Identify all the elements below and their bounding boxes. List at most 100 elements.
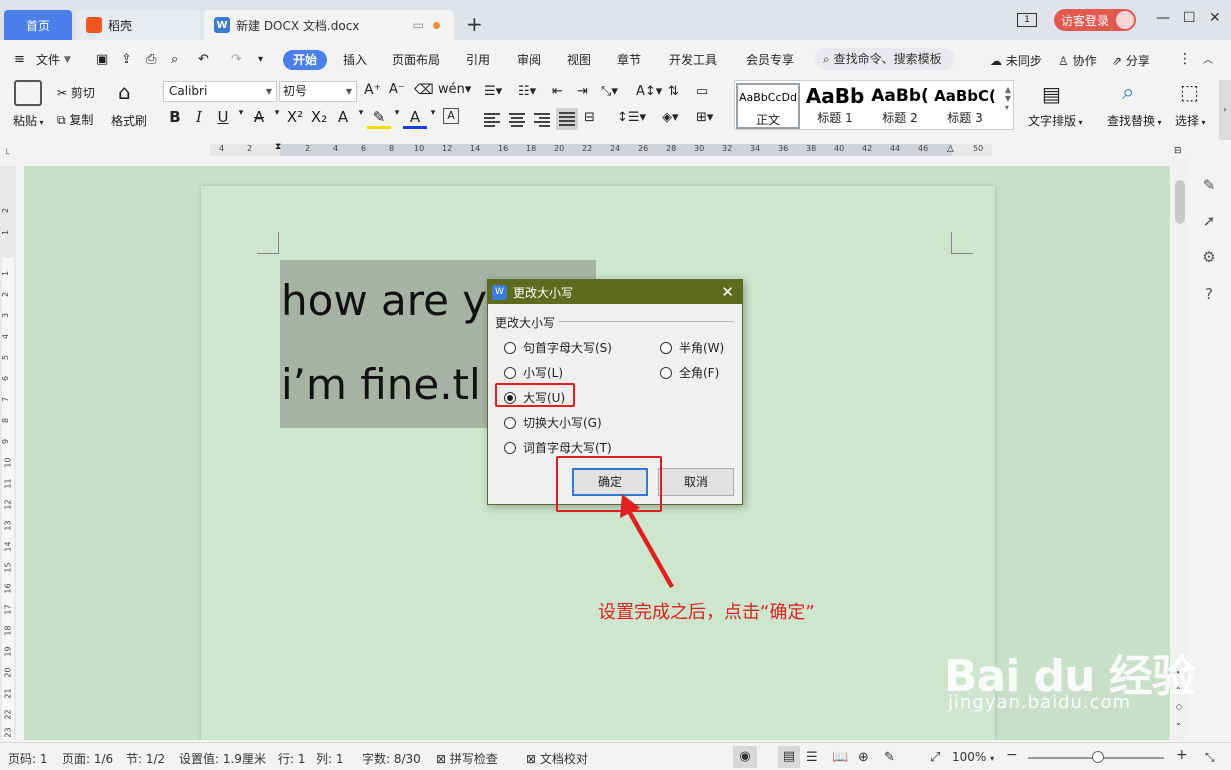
font-color-icon[interactable]: A: [403, 108, 427, 129]
chevron-down-icon[interactable]: ▾: [427, 108, 439, 129]
maximize-button[interactable]: ☐: [1183, 10, 1196, 26]
bold-icon[interactable]: B: [163, 108, 187, 129]
menu-developer[interactable]: 开发工具: [669, 50, 717, 70]
select-button[interactable]: 选择 ▾: [1175, 112, 1206, 129]
cursor-icon[interactable]: ➚: [1200, 212, 1218, 230]
superscript-icon[interactable]: X²: [283, 108, 307, 129]
tab-daoke[interactable]: 稻壳: [76, 10, 200, 40]
zoom-slider-handle[interactable]: [1092, 751, 1104, 763]
fit-page-icon[interactable]: ⤢: [930, 750, 940, 765]
new-tab-button[interactable]: +: [466, 12, 483, 36]
menu-references[interactable]: 引用: [466, 50, 490, 70]
subscript-icon[interactable]: X₂: [307, 108, 331, 129]
highlight-icon[interactable]: ✎: [367, 108, 391, 129]
clear-format-icon[interactable]: ⌫: [414, 82, 434, 98]
bullet-list-icon[interactable]: ☰▾: [484, 84, 502, 99]
pen-icon[interactable]: ✎: [1200, 176, 1218, 194]
style-heading-2[interactable]: AaBb( 标题 2: [868, 83, 932, 129]
right-indent-marker-icon[interactable]: △: [947, 144, 954, 154]
document-text-line-2[interactable]: i’m fine.tl: [281, 360, 481, 409]
fullscreen-icon[interactable]: ⤡: [1205, 750, 1215, 765]
tab-stop-icon[interactable]: └: [4, 150, 9, 160]
more-icon[interactable]: ⋮: [1178, 51, 1192, 67]
document-text-line-1[interactable]: how are y: [281, 276, 487, 325]
settings-sliders-icon[interactable]: ⚙: [1200, 248, 1218, 266]
zoom-select[interactable]: 100% ▾: [952, 750, 994, 764]
undo-icon[interactable]: ↶: [198, 50, 209, 70]
grow-font-icon[interactable]: A⁺: [364, 82, 381, 98]
command-search-input[interactable]: ⌕ 查找命令、搜索模板: [815, 48, 955, 70]
align-right-icon[interactable]: [534, 113, 550, 127]
copy-button[interactable]: ⧉ 复制: [57, 111, 93, 128]
minimize-button[interactable]: —: [1156, 10, 1170, 26]
shading-icon[interactable]: ◈▾: [662, 110, 679, 125]
chevron-down-icon[interactable]: ▼: [64, 50, 71, 70]
paste-icon[interactable]: [14, 80, 42, 106]
print-preview-icon[interactable]: ⌕: [171, 50, 178, 70]
monitor-icon[interactable]: ▭: [413, 18, 424, 32]
underline-icon[interactable]: U: [211, 108, 235, 129]
radio-title-case[interactable]: 词首字母大写(T): [504, 439, 612, 456]
menu-home[interactable]: 开始: [283, 50, 328, 70]
ribbon-scroll-right[interactable]: ›: [1219, 80, 1231, 140]
radio-full-width[interactable]: 全角(F): [660, 364, 719, 381]
chevron-down-icon[interactable]: ▾: [355, 108, 367, 129]
format-painter-icon[interactable]: ⌂: [118, 80, 140, 104]
close-window-button[interactable]: ✕: [1209, 10, 1221, 26]
share-button[interactable]: ⇗ 分享: [1112, 51, 1150, 71]
write-view-icon[interactable]: ✎: [884, 750, 895, 765]
zoom-out-icon[interactable]: −: [1006, 747, 1018, 763]
radio-lowercase[interactable]: 小写(L): [504, 364, 563, 381]
tab-document[interactable]: W 新建 DOCX 文档.docx ▭: [204, 10, 454, 40]
justify-icon[interactable]: [556, 108, 578, 130]
redo-icon[interactable]: ↷: [231, 50, 242, 70]
pinyin-guide-icon[interactable]: wén▾: [438, 82, 471, 97]
chevron-down-icon[interactable]: ▾: [271, 108, 283, 129]
show-marks-icon[interactable]: ▭: [696, 84, 708, 99]
menu-file[interactable]: 文件: [36, 50, 60, 70]
reading-view-icon[interactable]: 📖: [832, 750, 848, 765]
outline-view-icon[interactable]: ☰: [806, 750, 818, 765]
scrollbar-thumb[interactable]: [1175, 180, 1185, 224]
increase-indent-icon[interactable]: ⇥: [577, 84, 588, 99]
export-icon[interactable]: ⇪: [121, 50, 132, 70]
zoom-in-icon[interactable]: +: [1176, 747, 1188, 763]
status-page-count[interactable]: 页面: 1/6: [62, 750, 113, 767]
status-page-number[interactable]: 页码: 1: [8, 750, 48, 767]
status-section[interactable]: 节: 1/2: [126, 750, 165, 767]
guest-login-button[interactable]: 访客登录: [1054, 9, 1136, 31]
menu-review[interactable]: 审阅: [517, 50, 541, 70]
shrink-font-icon[interactable]: A⁻: [389, 82, 405, 97]
numbered-list-icon[interactable]: ☷▾: [518, 84, 536, 99]
dialog-close-icon[interactable]: ✕: [721, 283, 734, 301]
hamburger-icon[interactable]: ≡: [14, 50, 25, 70]
text-direction-icon[interactable]: A↕▾: [636, 84, 662, 99]
spellcheck-button[interactable]: ⊠ 拼写检查: [436, 750, 498, 767]
sync-button[interactable]: ☁ 未同步: [990, 51, 1042, 71]
browse-object-icon[interactable]: ○: [1176, 703, 1182, 711]
char-border-icon[interactable]: A: [443, 108, 459, 124]
italic-icon[interactable]: I: [187, 108, 211, 129]
next-page-icon[interactable]: ⌄: [1175, 718, 1182, 727]
web-view-icon[interactable]: ⊕: [858, 750, 869, 765]
print-icon[interactable]: ⎙: [146, 50, 156, 70]
find-replace-button[interactable]: 查找替换 ▾: [1107, 112, 1162, 129]
font-size-select[interactable]: 初号 ▼: [279, 81, 357, 102]
proofread-button[interactable]: ⊠ 文档校对: [526, 750, 588, 767]
customize-toolbar-icon[interactable]: ▾: [258, 50, 263, 70]
text-effect-icon[interactable]: A: [331, 108, 355, 129]
align-left-icon[interactable]: [484, 113, 500, 127]
cut-button[interactable]: ✂ 剪切: [57, 84, 95, 101]
split-view-icon[interactable]: ⊟: [1174, 146, 1182, 156]
radio-sentence-case[interactable]: 句首字母大写(S): [504, 339, 612, 356]
paste-button[interactable]: 粘贴 ▾: [13, 112, 44, 129]
format-painter-button[interactable]: 格式刷: [111, 112, 147, 129]
status-word-count[interactable]: 字数: 8/30: [362, 750, 421, 767]
collapse-ribbon-icon[interactable]: ︿: [1203, 51, 1213, 66]
text-layout-button[interactable]: 文字排版 ▾: [1028, 112, 1083, 129]
decrease-indent-icon[interactable]: ⇤: [552, 84, 563, 99]
style-heading-1[interactable]: AaBb 标题 1: [803, 83, 867, 129]
menu-insert[interactable]: 插入: [343, 50, 367, 70]
page-count-badge[interactable]: 1: [1017, 13, 1037, 27]
line-spacing-icon[interactable]: ↕☰▾: [617, 110, 646, 125]
